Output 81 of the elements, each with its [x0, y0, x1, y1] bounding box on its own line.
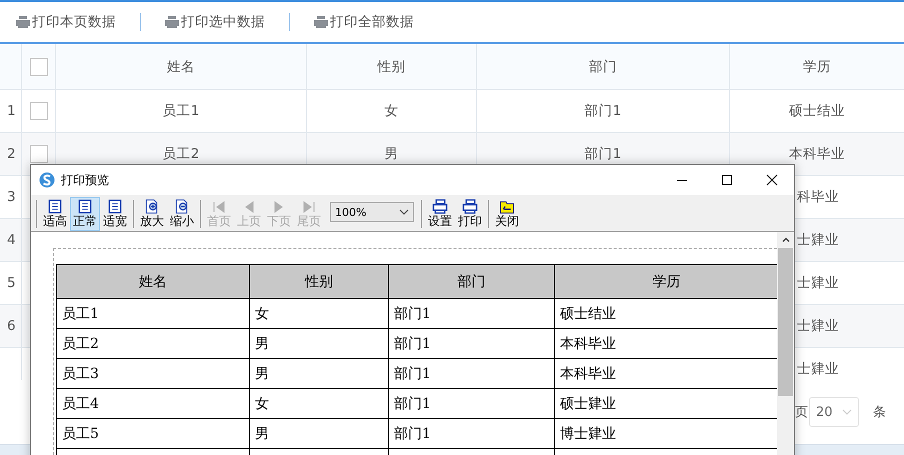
close-icon[interactable] [766, 174, 778, 186]
print-icon [314, 16, 328, 28]
toolbar-button[interactable]: 适宽 [100, 197, 130, 231]
toolbar-button[interactable]: 设置 [425, 197, 455, 231]
table-cell: 科毕业 [797, 188, 839, 206]
table-cell: 本科毕业 [789, 145, 845, 163]
table-cell: 士肄业 [797, 360, 839, 378]
table-cell: 男 [384, 145, 398, 163]
table-cell: 部门1 [388, 328, 554, 358]
toolbar-button[interactable]: 缩小 [167, 197, 197, 231]
row-number: 3 [7, 189, 16, 205]
table-cell: 士肄业 [797, 317, 839, 335]
table-cell: 硕士结业 [789, 102, 845, 120]
print-data-button[interactable]: 打印选中数据 [163, 9, 267, 35]
toolbar-button[interactable]: 关闭 [492, 197, 522, 231]
print-data-button[interactable]: 打印本页数据 [14, 9, 118, 35]
settings-icon [432, 199, 448, 214]
print-icon [462, 199, 478, 214]
table-cell: 员工2 [162, 145, 200, 163]
table-cell: 员工3 [56, 358, 250, 388]
column-header: 性别 [250, 264, 388, 298]
print-data-button[interactable]: 打印全部数据 [312, 9, 416, 35]
zoom-in-icon [144, 199, 160, 214]
table-cell: 女 [250, 298, 388, 328]
window-title: 打印预览 [61, 172, 109, 188]
unit-label: 条 [873, 404, 886, 421]
table-cell: 员工4 [56, 388, 250, 418]
row-checkbox[interactable] [30, 145, 48, 163]
table-cell: 男 [250, 328, 388, 358]
table-cell: 部门1 [388, 298, 554, 328]
table-cell: 部门1 [388, 388, 554, 418]
page-label: 页 [795, 404, 808, 421]
table-cell: 男 [250, 418, 388, 448]
scroll-up-icon[interactable] [782, 237, 790, 242]
row-number: 1 [7, 103, 16, 119]
table-cell: 员工2 [56, 328, 250, 358]
toolbar-button[interactable]: 打印 [455, 197, 485, 231]
column-header: 性别 [378, 58, 406, 76]
table-cell: 部门1 [388, 418, 554, 448]
table-cell: 部门1 [388, 358, 554, 388]
chevron-icon [399, 209, 409, 215]
column-header: 学历 [803, 58, 831, 76]
scrollbar-thumb[interactable] [778, 248, 793, 396]
table-cell: 员工1 [162, 102, 200, 120]
toolbar-button[interactable]: 适高 [40, 197, 70, 231]
maximize-icon[interactable] [721, 174, 733, 186]
column-header: 学历 [554, 264, 777, 298]
table-cell: 员工1 [56, 298, 250, 328]
table-cell: 部门1 [584, 145, 622, 163]
row-checkbox[interactable] [30, 102, 48, 120]
chevron-icon [842, 409, 852, 415]
table-cell: 员工5 [56, 418, 250, 448]
app-logo-icon [39, 172, 55, 188]
column-header: 部门 [589, 58, 617, 76]
table-cell: 男 [250, 358, 388, 388]
close-folder-icon [499, 199, 515, 214]
page-size-select[interactable]: 20 [809, 397, 859, 427]
print-icon [16, 16, 30, 28]
toolbar-button[interactable]: 正常 [70, 197, 100, 231]
last-page-icon [302, 200, 316, 214]
row-number: 6 [7, 318, 16, 334]
table-cell: 部门1 [584, 102, 622, 120]
print-icon [165, 16, 179, 28]
column-header: 部门 [388, 264, 554, 298]
row-number: 4 [7, 232, 16, 248]
toolbar-button[interactable]: 放大 [137, 197, 167, 231]
fit-height-icon [47, 199, 63, 214]
first-page-icon [212, 200, 226, 214]
table-cell: 士肄业 [797, 231, 839, 249]
page-icon [77, 199, 93, 214]
column-header: 姓名 [56, 264, 250, 298]
fit-width-icon [107, 199, 123, 214]
row-number: 2 [7, 146, 16, 162]
zoom-select[interactable]: 100% [330, 202, 414, 222]
zoom-out-icon [174, 199, 190, 214]
row-number: 5 [7, 275, 16, 291]
table-cell: 士肄业 [797, 274, 839, 292]
select-all-checkbox[interactable] [30, 58, 48, 76]
table-cell: 女 [384, 102, 398, 120]
table-cell: 女 [250, 388, 388, 418]
column-header: 姓名 [167, 58, 195, 76]
